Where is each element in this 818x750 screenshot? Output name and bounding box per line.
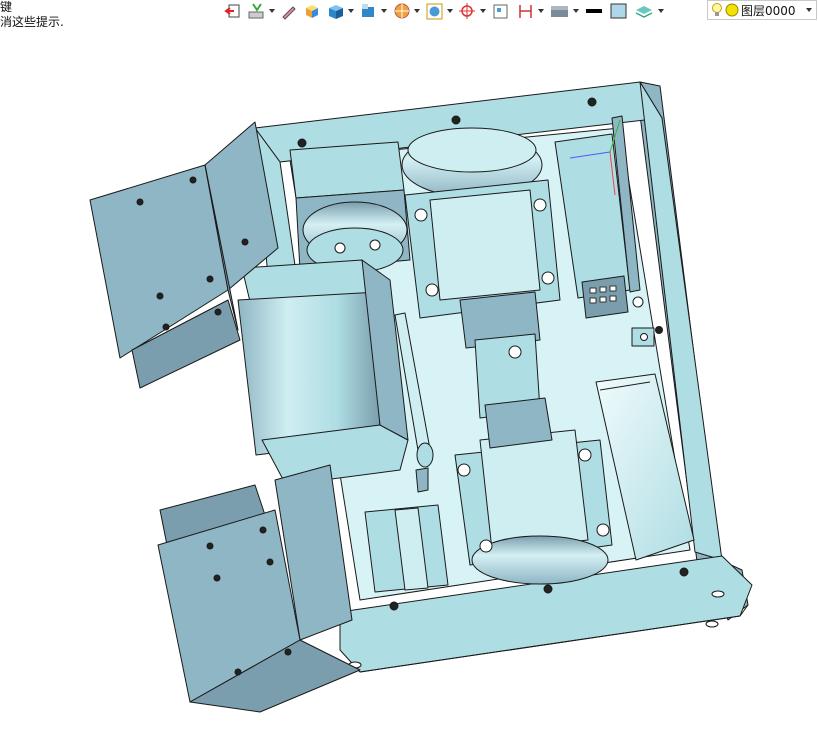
dimension-icon (519, 5, 532, 18)
chevron-down-icon (658, 9, 664, 13)
grid-snap-icon (248, 3, 264, 19)
chevron-down-icon (414, 9, 420, 13)
layer-stack-icon (635, 6, 653, 18)
chevron-down-icon (381, 9, 387, 13)
exit-button[interactable] (224, 1, 242, 21)
chevron-down-icon (447, 9, 453, 13)
snap-point-button[interactable] (458, 1, 486, 21)
robot-chassis-model (89, 81, 753, 713)
dimension-button[interactable] (516, 1, 544, 21)
chevron-down-icon (269, 9, 275, 13)
view-toolbar (224, 0, 669, 22)
line-color-button[interactable] (584, 1, 604, 21)
layer-selector[interactable]: 图层0000 (707, 0, 817, 20)
display-filter-icon (426, 3, 443, 20)
chevron-down-icon (348, 9, 354, 13)
lightbulb-icon (712, 3, 722, 16)
snap-point-icon (459, 3, 475, 19)
cube-view-button[interactable] (326, 1, 354, 21)
chevron-down-icon (806, 8, 812, 12)
line-color-swatch (586, 9, 602, 13)
cad-viewport[interactable] (0, 30, 818, 750)
section-view-button[interactable] (359, 1, 387, 21)
render-style-button[interactable] (549, 1, 579, 21)
exit-icon (224, 4, 240, 18)
tooltip-hint: 键 消这些提示. (0, 0, 64, 30)
layer-name: 图层0000 (741, 3, 796, 18)
section-view-icon (362, 4, 374, 17)
chevron-down-icon (538, 9, 544, 13)
layer-manager-button[interactable] (634, 1, 664, 21)
frame-button[interactable] (491, 1, 511, 21)
render-mode-icon (394, 3, 410, 19)
pencil-icon (282, 6, 296, 20)
chevron-down-icon (573, 9, 579, 13)
cube-view-icon (329, 5, 343, 19)
shaded-cube-button[interactable] (303, 1, 321, 21)
face-color-swatch (610, 3, 627, 19)
render-style-icon (551, 6, 568, 17)
chevron-down-icon (480, 9, 486, 13)
layer-color-icon (725, 3, 739, 17)
render-mode-button[interactable] (392, 1, 420, 21)
shaded-cube-icon (306, 5, 318, 18)
hint-line-2: 消这些提示. (0, 15, 64, 29)
display-filter-button[interactable] (425, 1, 453, 21)
hint-line-1: 键 (0, 0, 13, 14)
face-color-button[interactable] (609, 1, 629, 21)
grid-snap-button[interactable] (247, 1, 275, 21)
frame-icon (493, 4, 508, 19)
pencil-button[interactable] (280, 1, 298, 21)
